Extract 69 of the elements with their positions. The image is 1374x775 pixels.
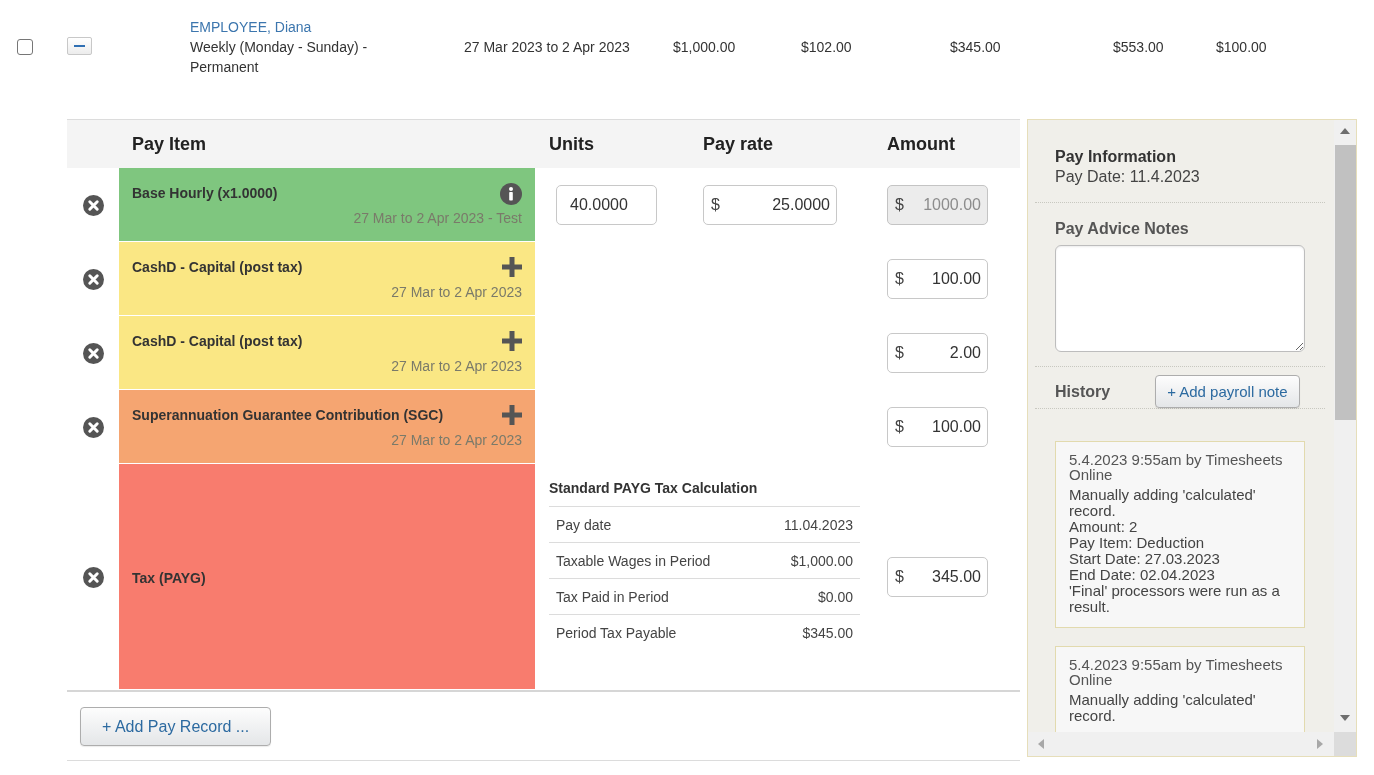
vertical-scrollbar[interactable]	[1334, 120, 1356, 732]
add-payroll-note-button[interactable]: + Add payroll note	[1155, 375, 1300, 408]
tax-calculation-value: $1,000.00	[790, 552, 853, 569]
plus-icon[interactable]	[502, 331, 522, 351]
close-icon[interactable]	[83, 566, 104, 588]
close-icon[interactable]	[83, 194, 104, 216]
history-text: End Date: 02.04.2023	[1069, 567, 1216, 583]
pay-date-text: Pay Date: 11.4.2023	[1055, 167, 1201, 187]
tax-calculation-title: Standard PAYG Tax Calculation	[549, 480, 759, 496]
pay-item-name: Tax (PAYG)	[132, 568, 206, 587]
amount-field[interactable]: $ 100.00	[887, 407, 988, 447]
pay-item-period: 27 Mar to 2 Apr 2023 - Test	[353, 209, 522, 227]
pay-item-name: Base Hourly (x1.0000)	[132, 184, 278, 202]
plus-icon[interactable]	[502, 405, 522, 425]
history-text: Pay Item: Deduction	[1069, 535, 1206, 551]
pay-rate-field[interactable]: $ 25.0000	[703, 185, 837, 225]
close-icon[interactable]	[83, 416, 104, 438]
tax-calculation-value: 11.04.2023	[783, 516, 853, 533]
amount-field[interactable]: $ 100.00	[887, 259, 988, 299]
row-checkbox[interactable]	[17, 39, 33, 55]
close-icon[interactable]	[83, 342, 104, 364]
history-title: History	[1055, 381, 1111, 402]
tax-calculation-value: $345.00	[802, 624, 853, 641]
plus-icon[interactable]	[502, 257, 522, 277]
history-text: Amount: 2	[1069, 519, 1139, 535]
close-icon[interactable]	[83, 268, 104, 290]
scrollbar-thumb[interactable]	[1334, 145, 1356, 420]
column-header: Pay rate	[703, 133, 775, 155]
pay-item-period: 27 Mar to 2 Apr 2023	[391, 283, 522, 301]
history-header: 5.4.2023 9:55am by Timesheets Online	[1069, 657, 1284, 687]
pay-item-period: 27 Mar to 2 Apr 2023	[391, 357, 522, 375]
amount-text: $1,000.00	[673, 39, 737, 55]
history-header: 5.4.2023 9:55am by Timesheets Online	[1069, 452, 1284, 482]
pay-period-text: 27 Mar 2023 to 2 Apr 2023	[464, 39, 631, 55]
pay-item-name: Superannuation Guarantee Contribution (SGC)	[132, 406, 444, 424]
column-header: Pay Item	[131, 133, 208, 155]
tax-calculation-value: $0.00	[817, 588, 853, 605]
employee-name-link[interactable]: EMPLOYEE, Diana	[190, 17, 312, 37]
amount-text: $553.00	[1113, 39, 1165, 55]
scrollbar-corner	[1334, 732, 1356, 756]
amount-text: $102.00	[801, 39, 853, 55]
tax-calculation-label: Taxable Wages in Period	[556, 552, 711, 569]
amount-field[interactable]: $ 2.00	[887, 333, 988, 373]
history-text: 'Final' processors were run as a result.	[1069, 583, 1281, 615]
pay-schedule-text: Weekly (Monday - Sunday) - Permanent	[190, 38, 369, 77]
down-arrow-icon[interactable]	[1340, 715, 1350, 721]
column-header: Units	[548, 133, 595, 155]
pay-information-title: Pay Information	[1055, 147, 1177, 167]
history-text: Start Date: 27.03.2023	[1069, 551, 1221, 567]
column-header: Amount	[887, 133, 956, 155]
amount-text: $100.00	[1216, 39, 1268, 55]
tax-calculation-label: Tax Paid in Period	[556, 588, 669, 605]
amount-field[interactable]: $ 345.00	[887, 557, 988, 597]
up-arrow-icon[interactable]	[1340, 128, 1350, 134]
amount-text: $345.00	[950, 39, 1002, 55]
tax-calculation-label: Period Tax Payable	[556, 624, 677, 641]
add-pay-record-button[interactable]: + Add Pay Record ...	[80, 707, 272, 746]
tax-calculation-label: Pay date	[556, 516, 612, 533]
pay-item-name: CashD - Capital (post tax)	[132, 332, 303, 350]
info-icon[interactable]	[500, 183, 522, 205]
collapse-button[interactable]	[67, 36, 92, 55]
history-text: Manually adding 'calculated' record.	[1069, 487, 1257, 519]
pay-item-name: CashD - Capital (post tax)	[132, 258, 303, 276]
pay-item-period: 27 Mar to 2 Apr 2023	[391, 431, 522, 449]
notes-field[interactable]	[1055, 245, 1305, 352]
notes-label: Pay Advice Notes	[1055, 219, 1190, 239]
units-field[interactable]: 40.0000	[556, 185, 657, 225]
history-text: Manually adding 'calculated' record.	[1069, 692, 1257, 724]
minus-icon	[74, 44, 85, 47]
